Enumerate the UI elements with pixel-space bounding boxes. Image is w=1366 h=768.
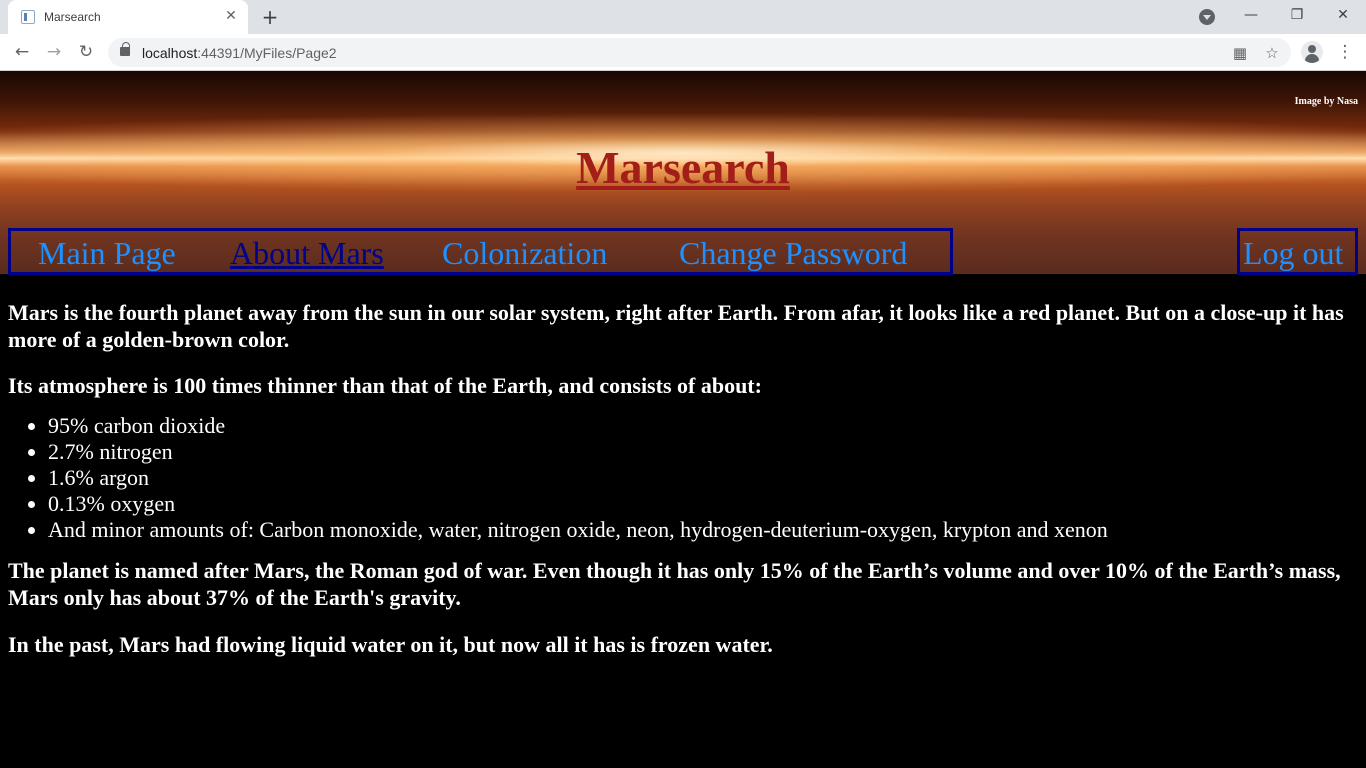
list-item: 1.6% argon (48, 465, 1348, 491)
back-arrow-icon[interactable]: ← (9, 39, 35, 65)
minimize-button[interactable]: — (1239, 3, 1263, 27)
browser-tab[interactable]: Marsearch ✕ (8, 0, 248, 34)
address-bar[interactable]: localhost:44391/MyFiles/Page2 ▦ ☆ (108, 38, 1291, 67)
atmosphere-paragraph: Its atmosphere is 100 times thinner than… (8, 373, 762, 398)
page-body: Image by Nasa Marsearch Main Page About … (0, 71, 1366, 768)
atmosphere-list: 95% carbon dioxide 2.7% nitrogen 1.6% ar… (48, 413, 1348, 543)
browser-menu-icon[interactable]: ⋮ (1333, 39, 1357, 65)
forward-arrow-icon[interactable]: → (41, 39, 67, 65)
site-title-link[interactable]: Marsearch (0, 141, 1366, 194)
lock-icon[interactable] (120, 42, 130, 56)
list-item: And minor amounts of: Carbon monoxide, w… (48, 517, 1348, 543)
logout-container: Log out (1237, 228, 1358, 275)
browser-tabstrip: Marsearch ✕ + — ❐ ✕ (0, 0, 1366, 34)
tab-search-icon[interactable] (1199, 9, 1215, 25)
list-item: 95% carbon dioxide (48, 413, 1348, 439)
browser-toolbar: ← → ↻ localhost:44391/MyFiles/Page2 ▦ ☆ … (0, 34, 1366, 71)
nav-colonization-link[interactable]: Colonization (442, 235, 607, 272)
intro-paragraph: Mars is the fourth planet away from the … (8, 300, 1344, 352)
tab-close-icon[interactable]: ✕ (222, 7, 240, 25)
profile-avatar-icon[interactable] (1301, 41, 1323, 63)
nav-main-page-link[interactable]: Main Page (38, 235, 176, 272)
new-tab-button[interactable]: + (258, 5, 282, 29)
main-nav: Main Page About Mars Colonization Change… (8, 228, 953, 275)
page-favicon-icon (21, 10, 35, 24)
close-window-button[interactable]: ✕ (1331, 3, 1355, 27)
tab-title: Marsearch (44, 10, 101, 24)
bookmark-star-icon[interactable]: ☆ (1259, 40, 1285, 66)
article-content: Mars is the fourth planet away from the … (8, 299, 1348, 658)
name-paragraph: The planet is named after Mars, the Roma… (8, 558, 1341, 610)
logout-link[interactable]: Log out (1243, 235, 1343, 272)
water-paragraph: In the past, Mars had flowing liquid wat… (8, 632, 773, 657)
nav-about-mars-link[interactable]: About Mars (230, 235, 384, 272)
url-text[interactable]: localhost:44391/MyFiles/Page2 (142, 45, 337, 61)
image-credit: Image by Nasa (1294, 96, 1358, 107)
nav-change-password-link[interactable]: Change Password (679, 235, 907, 272)
list-item: 2.7% nitrogen (48, 439, 1348, 465)
reload-icon[interactable]: ↻ (73, 39, 99, 65)
qr-code-icon[interactable]: ▦ (1227, 40, 1253, 66)
restore-button[interactable]: ❐ (1285, 3, 1309, 27)
list-item: 0.13% oxygen (48, 491, 1348, 517)
